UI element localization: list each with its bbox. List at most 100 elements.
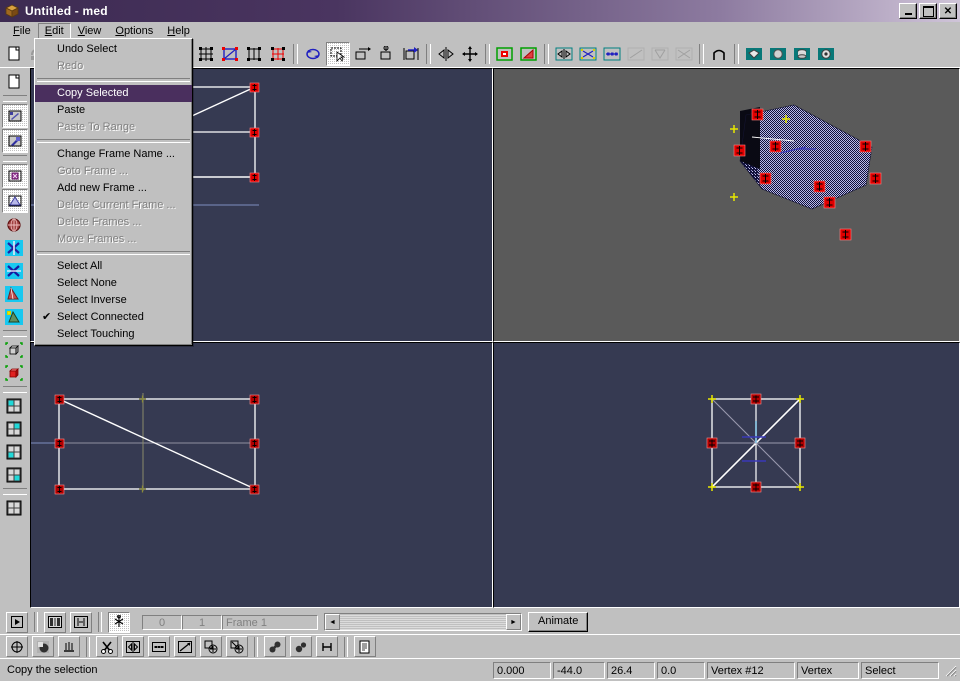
joint-icon[interactable]: [290, 636, 312, 657]
uv-map-icon[interactable]: [673, 42, 695, 65]
cylinder-primitive-icon[interactable]: [791, 42, 813, 65]
viewport-layout-1-icon[interactable]: [2, 395, 26, 417]
edit-menu-separator: [37, 139, 190, 143]
properties-icon[interactable]: [354, 636, 376, 657]
scale-tool-icon[interactable]: [376, 42, 398, 65]
new-file-icon[interactable]: [2, 71, 26, 93]
select-tool-icon[interactable]: [326, 41, 350, 66]
menu-help[interactable]: Help: [160, 23, 197, 39]
flip-normals-icon[interactable]: [553, 42, 575, 65]
scale-y-icon[interactable]: [2, 260, 26, 282]
bone-icon[interactable]: [316, 636, 338, 657]
filmstrip-icon[interactable]: [44, 611, 66, 633]
pan-tool-icon[interactable]: [459, 42, 481, 65]
cube-wire-icon[interactable]: [2, 339, 26, 361]
edit-menu-item-select-inverse[interactable]: Select Inverse: [35, 292, 192, 309]
animate-button[interactable]: Animate: [528, 612, 589, 632]
paint-sphere-icon[interactable]: [32, 636, 54, 657]
move-tool-icon[interactable]: [352, 42, 374, 65]
rotate-tool-icon[interactable]: [302, 42, 324, 65]
viewport-layout-2-icon[interactable]: [2, 418, 26, 440]
move-vertex-icon[interactable]: [6, 636, 28, 657]
edge-turn-icon[interactable]: [174, 636, 196, 657]
edit-menu-item-select-connected[interactable]: ✔ Select Connected: [35, 309, 192, 326]
box-select-icon[interactable]: [2, 164, 28, 188]
viewport-bottom-right[interactable]: [493, 342, 960, 608]
smooth-icon[interactable]: [601, 42, 623, 65]
edit-menu-item-select-all[interactable]: Select All: [35, 258, 192, 275]
edit-menu-item-change-frame-name[interactable]: Change Frame Name ...: [35, 146, 192, 163]
triangle-select-icon[interactable]: [2, 189, 28, 213]
mirror-tool-icon[interactable]: [122, 636, 144, 657]
sphere-primitive-icon[interactable]: [767, 42, 789, 65]
keyframe-icon[interactable]: [70, 611, 92, 633]
edit-menu-item-label: Delete Current Frame ...: [57, 199, 176, 211]
edit-menu-item-paste[interactable]: Paste: [35, 102, 192, 119]
vertex-edit-icon[interactable]: [2, 104, 28, 128]
viewport-top-right[interactable]: [493, 68, 960, 342]
box-primitive-icon[interactable]: [743, 42, 765, 65]
window-title: Untitled - med: [25, 4, 108, 18]
edit-menu-item-select-touching[interactable]: Select Touching: [35, 326, 192, 343]
subdivide-edge-icon[interactable]: [148, 636, 170, 657]
joint-link-icon[interactable]: [264, 636, 286, 657]
viewport-bottom-left[interactable]: [30, 342, 493, 608]
new-document-icon[interactable]: [3, 42, 25, 65]
edit-menu-item-select-none[interactable]: Select None: [35, 275, 192, 292]
scroll-right-button[interactable]: ►: [506, 614, 521, 630]
close-button[interactable]: ✕: [939, 3, 957, 19]
viewport-layout-4-icon[interactable]: [2, 464, 26, 486]
arch-primitive-icon[interactable]: [708, 42, 730, 65]
edit-menu-separator: [37, 251, 190, 255]
subdivide-icon[interactable]: [577, 42, 599, 65]
extrude-tool-icon[interactable]: [400, 42, 422, 65]
sphere-select-icon[interactable]: [2, 214, 26, 236]
menu-view-label: iew: [84, 25, 102, 37]
select-vertex-icon[interactable]: [195, 42, 217, 65]
edit-menu-item-label: Undo Select: [57, 43, 117, 55]
face-normal-icon[interactable]: [625, 42, 647, 65]
edit-menu-popup: Undo Select Redo Copy Selected Paste Paste T…: [34, 38, 193, 346]
cut-tool-icon[interactable]: [96, 636, 118, 657]
menu-edit[interactable]: Edit: [37, 23, 71, 39]
viewport-layout-3-icon[interactable]: [2, 441, 26, 463]
weld-tool-icon[interactable]: [58, 636, 80, 657]
scroll-left-button[interactable]: ◄: [325, 614, 340, 630]
start-frame-field[interactable]: 0: [142, 614, 182, 630]
status-selection-info: Vertex #12: [707, 661, 795, 679]
menu-view[interactable]: View: [71, 23, 109, 39]
edit-menu-item-undo-select[interactable]: Undo Select: [35, 41, 192, 58]
play-animation-icon[interactable]: [6, 611, 28, 633]
sphere-sub-icon[interactable]: [226, 636, 248, 657]
cube-solid-icon[interactable]: [2, 362, 26, 384]
weld-vertices-icon[interactable]: [494, 42, 516, 65]
triangle-face-icon[interactable]: [518, 42, 540, 65]
sphere-add-icon[interactable]: [200, 636, 222, 657]
edit-menu-item-copy-selected[interactable]: Copy Selected: [35, 85, 192, 102]
skeleton-icon[interactable]: [108, 611, 130, 633]
edit-menu-item-label: Paste To Range: [57, 121, 136, 133]
select-face-icon[interactable]: [219, 42, 241, 65]
menu-file[interactable]: File: [6, 23, 38, 39]
edit-menu-item-add-new-frame[interactable]: Add new Frame ...: [35, 180, 192, 197]
cone-primitive-icon[interactable]: [815, 42, 837, 65]
frame-name-field[interactable]: Frame 1: [222, 614, 318, 630]
minimize-button[interactable]: [899, 3, 917, 19]
animation-toolbar: 0 1 Frame 1 ◄ ► Animate: [0, 610, 960, 634]
texture-coords-icon[interactable]: [649, 42, 671, 65]
status-coord-x: 0.000: [493, 661, 551, 679]
frame-scrollbar[interactable]: ◄ ►: [324, 613, 522, 631]
viewport-layout-5-icon[interactable]: [2, 497, 26, 519]
maximize-button[interactable]: [919, 3, 937, 19]
mirror-icon[interactable]: [435, 42, 457, 65]
scale-x-icon[interactable]: [2, 237, 26, 259]
menu-options[interactable]: Options: [108, 23, 160, 39]
face-edit-icon[interactable]: [2, 129, 28, 153]
resize-grip[interactable]: [943, 663, 957, 677]
select-edge-icon[interactable]: [243, 42, 265, 65]
menu-edit-label: dit: [52, 25, 64, 37]
cone-tex-tool-icon[interactable]: [2, 306, 26, 328]
end-frame-field[interactable]: 1: [182, 614, 222, 630]
select-group-icon[interactable]: [267, 42, 289, 65]
cone-tool-icon[interactable]: [2, 283, 26, 305]
